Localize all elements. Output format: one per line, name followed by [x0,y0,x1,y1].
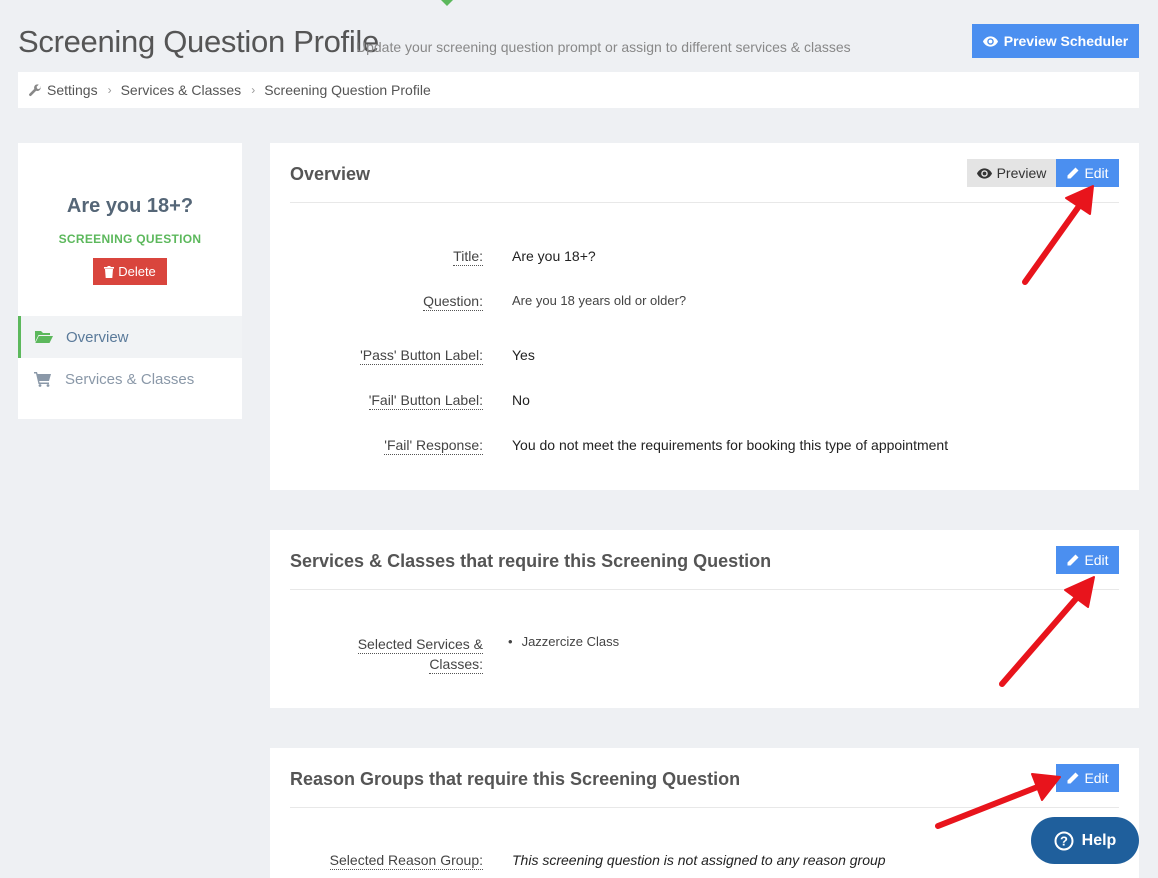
fail-label-label: 'Fail' Button Label: [368,392,483,410]
reason-groups-title: Reason Groups that require this Screenin… [290,769,741,789]
selected-services-label: Selected Services & Classes: [357,636,483,674]
help-button[interactable]: ? Help [1031,817,1139,864]
question-label: Question: [423,293,483,311]
sidebar-item-services-classes[interactable]: Services & Classes [18,358,242,400]
services-edit-button[interactable]: Edit [1056,546,1119,574]
eye-icon [976,167,992,179]
shopping-cart-icon [34,371,54,387]
title-value: Are you 18+? [512,248,596,264]
reason-groups-panel: Reason Groups that require this Screenin… [270,748,1139,878]
overview-title: Overview [290,164,371,184]
delete-label: Delete [118,264,156,279]
breadcrumb-settings[interactable]: Settings [47,82,98,98]
delete-button[interactable]: Delete [93,258,167,285]
edit-label: Edit [1084,165,1109,181]
sidebar-item-label: Overview [66,328,129,346]
preview-button[interactable]: Preview [967,159,1056,187]
overview-panel-header: Overview Preview Edit [290,143,1119,203]
page-title: Screening Question Profile [18,24,379,59]
wrench-icon [29,83,42,97]
chevron-right-icon: › [107,83,112,97]
trash-icon [104,265,115,278]
sidebar: Are you 18+? SCREENING QUESTION Delete O… [18,143,242,419]
help-label: Help [1081,831,1117,849]
pass-label-value: Yes [512,347,535,363]
question-value: Are you 18 years old or older? [512,293,687,308]
fail-response-value: You do not meet the requirements for boo… [512,437,949,453]
pencil-icon [1066,554,1079,567]
fail-label-value: No [512,392,530,408]
chevron-right-icon: › [251,83,256,97]
services-title: Services & Classes that require this Scr… [290,551,772,571]
preview-label: Preview [996,165,1047,181]
profile-title: Are you 18+? [66,195,194,217]
page-header: Screening Question Profile Update your s… [18,22,1139,62]
edit-label: Edit [1084,770,1109,786]
overview-panel: Overview Preview Edit Title: Are you 18+… [270,143,1139,490]
selected-reason-group-value: This screening question is not assigned … [512,852,886,868]
sidebar-item-label: Services & Classes [65,370,195,388]
reason-groups-edit-button[interactable]: Edit [1056,764,1119,792]
overview-edit-button[interactable]: Edit [1056,159,1119,187]
list-item: • Jazzercize Class [508,634,620,649]
services-panel-header: Services & Classes that require this Scr… [290,530,1119,590]
pass-label-label: 'Pass' Button Label: [360,347,483,365]
folder-open-icon [35,330,55,344]
title-label: Title: [453,248,483,266]
preview-scheduler-label: Preview Scheduler [1003,33,1129,49]
profile-type-label: SCREENING QUESTION [58,232,202,246]
reason-groups-panel-header: Reason Groups that require this Screenin… [290,748,1119,808]
services-panel: Services & Classes that require this Scr… [270,530,1139,708]
page-subtitle: Update your screening question prompt or… [356,39,851,55]
fail-response-label: 'Fail' Response: [384,437,483,455]
eye-icon [982,35,998,47]
breadcrumb: Settings › Services & Classes › Screenin… [18,72,1139,108]
selected-reason-group-label: Selected Reason Group: [329,852,483,870]
pencil-icon [1066,772,1079,785]
top-caret [441,0,453,6]
sidebar-item-overview[interactable]: Overview [18,316,242,358]
breadcrumb-current: Screening Question Profile [264,82,431,98]
edit-label: Edit [1084,552,1109,568]
pencil-icon [1066,167,1079,180]
question-circle-icon: ? [1054,831,1074,851]
svg-text:?: ? [1060,833,1068,848]
breadcrumb-services-classes[interactable]: Services & Classes [121,82,242,98]
preview-scheduler-button[interactable]: Preview Scheduler [972,24,1139,58]
